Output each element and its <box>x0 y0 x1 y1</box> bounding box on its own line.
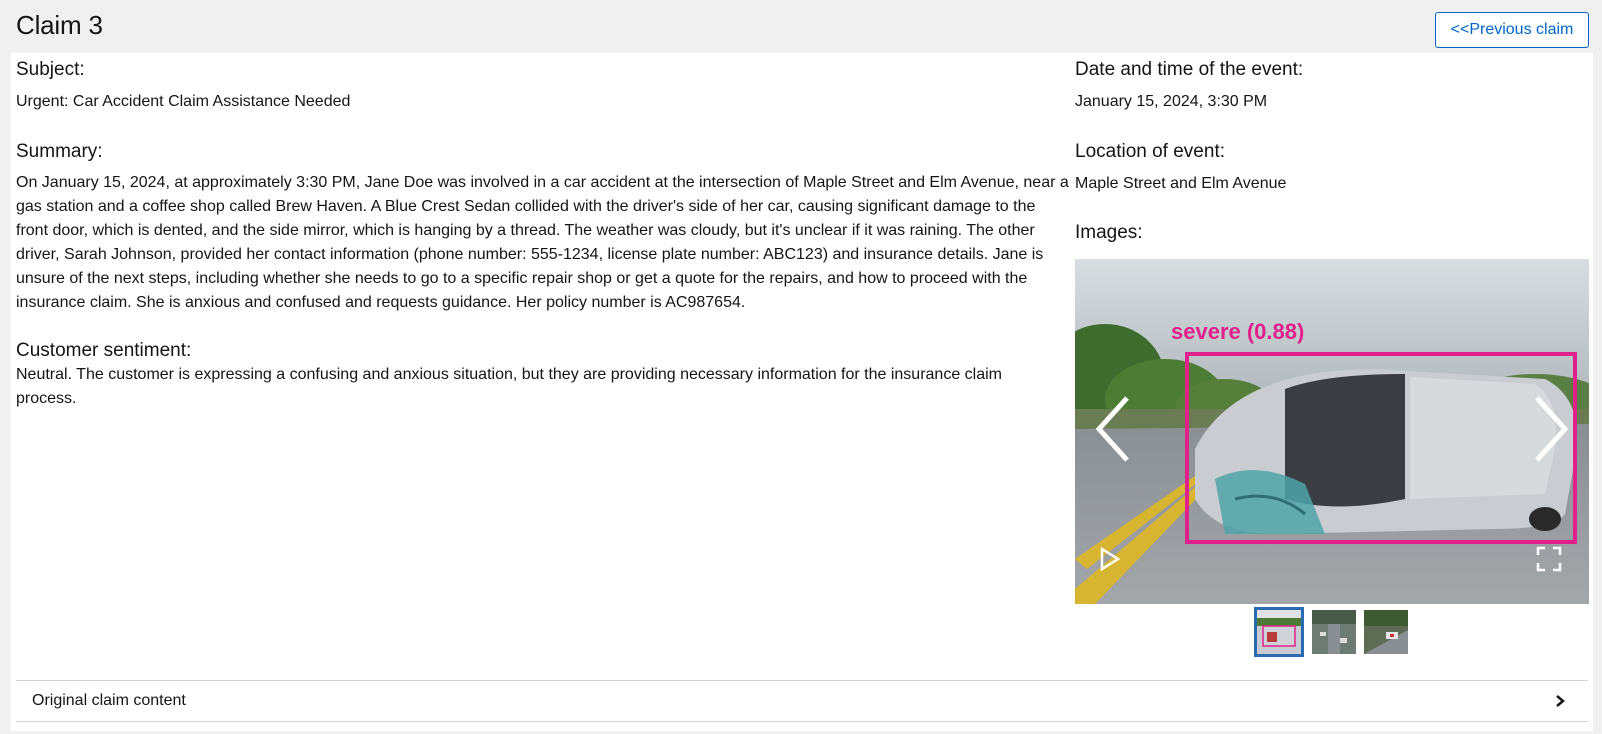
subject-value: Urgent: Car Accident Claim Assistance Ne… <box>16 93 351 110</box>
page-title: Claim 3 <box>16 10 103 40</box>
original-claim-accordion[interactable]: Original claim content <box>16 680 1588 722</box>
thumbnail-image <box>1364 610 1408 654</box>
subject-label: Subject: <box>16 59 85 80</box>
previous-image-icon[interactable] <box>1093 394 1133 464</box>
accordion-label: Original claim content <box>32 692 186 709</box>
sentiment-text: Neutral. The customer is expressing a co… <box>16 363 1066 411</box>
thumbnail-2[interactable] <box>1312 610 1356 654</box>
summary-line: On January 15, 2024, at approximately 3:… <box>16 174 1069 191</box>
summary-line: unsure of the next steps, including whet… <box>16 270 1028 287</box>
summary-label: Summary: <box>16 141 103 162</box>
sentiment-label: Customer sentiment: <box>16 340 192 361</box>
accident-photo: severe (0.88) <box>1075 259 1589 604</box>
detection-label: severe (0.88) <box>1171 319 1304 344</box>
image-thumbnails <box>1254 607 1408 657</box>
thumbnail-1[interactable] <box>1254 607 1304 657</box>
summary-line: insurance claim. She is anxious and conf… <box>16 294 746 311</box>
date-value: January 15, 2024, 3:30 PM <box>1075 93 1268 110</box>
date-label: Date and time of the event: <box>1075 59 1304 80</box>
summary-line: front door, which is dented, and the sid… <box>16 222 1035 239</box>
chevron-right-icon <box>1556 695 1565 707</box>
sentiment-line: Neutral. The customer is expressing a co… <box>16 366 1002 383</box>
thumbnail-image <box>1312 610 1356 654</box>
images-label: Images: <box>1075 222 1143 243</box>
location-value: Maple Street and Elm Avenue <box>1075 175 1287 192</box>
image-carousel[interactable]: severe (0.88) <box>1075 259 1589 604</box>
summary-line: driver, Sarah Johnson, provided her cont… <box>16 246 1044 263</box>
thumbnail-image <box>1257 610 1301 654</box>
previous-claim-button[interactable]: <<Previous claim <box>1435 12 1589 48</box>
summary-text: On January 15, 2024, at approximately 3:… <box>16 171 1069 315</box>
fullscreen-icon[interactable] <box>1535 545 1563 573</box>
thumbnail-3[interactable] <box>1364 610 1408 654</box>
next-image-icon[interactable] <box>1531 394 1571 464</box>
sentiment-line: process. <box>16 390 77 407</box>
summary-line: gas station and a coffee shop called Bre… <box>16 198 1036 215</box>
location-label: Location of event: <box>1075 141 1225 162</box>
claim-card: Subject: Urgent: Car Accident Claim Assi… <box>11 53 1593 731</box>
play-icon[interactable] <box>1099 546 1121 572</box>
